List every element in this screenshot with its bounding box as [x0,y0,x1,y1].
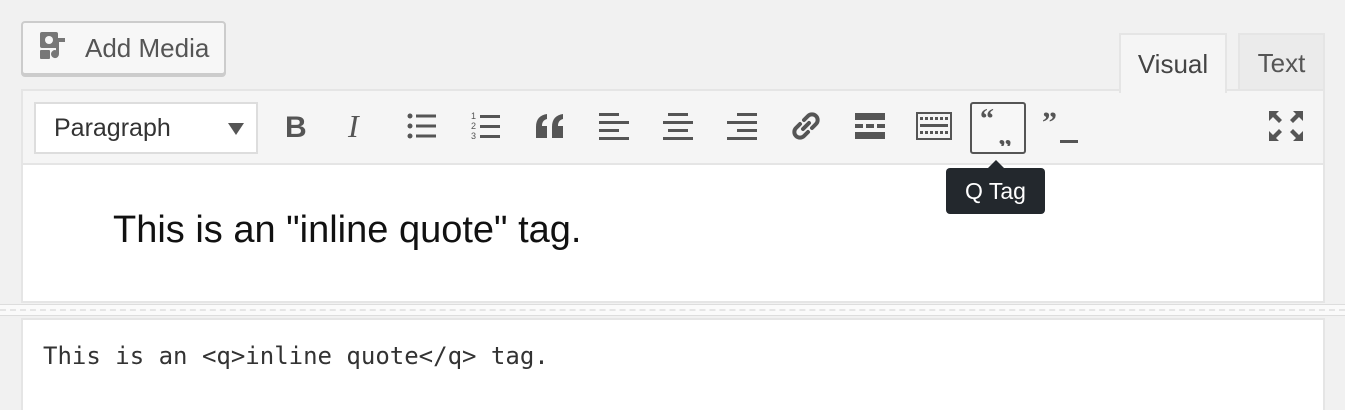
blockquote-button[interactable] [523,102,577,154]
read-more-icon [855,112,885,145]
align-right-button[interactable] [715,102,769,154]
tab-visual-label: Visual [1137,48,1209,79]
fullscreen-button[interactable] [1259,102,1313,154]
tab-visual[interactable]: Visual [1119,33,1227,93]
svg-text:B: B [285,111,307,143]
bulleted-list-button[interactable] [395,102,449,154]
read-more-button[interactable] [843,102,897,154]
italic-button[interactable]: I [330,102,384,154]
numbered-list-icon: 1 2 3 [471,111,501,146]
numbered-list-digit: 2 [471,121,476,131]
italic-icon: I [342,108,372,148]
format-select-value: Paragraph [54,113,171,142]
bulleted-list-icon [407,112,437,145]
editor-resize-divider[interactable] [0,304,1345,316]
fullscreen-icon [1269,110,1303,146]
svg-text:“: “ [980,106,994,135]
cite-icon: ” [1042,106,1082,151]
add-media-label: Add Media [85,32,210,63]
visual-editor: Paragraph B I 1 2 3 “ „ ” This is an "in… [21,89,1325,303]
svg-text:I: I [347,109,360,143]
cite-button[interactable]: ” [1035,102,1089,154]
media-icon [37,28,71,69]
align-left-icon [599,112,629,145]
chevron-down-icon [228,123,244,135]
svg-text:”: ” [1042,106,1057,139]
numbered-list-digit: 3 [471,131,476,141]
format-select[interactable]: Paragraph [34,102,258,154]
align-left-button[interactable] [587,102,641,154]
toolbar-toggle-button[interactable] [907,102,961,154]
insert-link-button[interactable] [779,102,833,154]
align-center-button[interactable] [651,102,705,154]
editor-content-paragraph[interactable]: This is an "inline quote" tag. [113,209,581,252]
tab-text-label: Text [1257,47,1306,78]
keyboard-icon [916,111,952,145]
svg-text:„: „ [998,120,1012,146]
code-preview-text: This is an <q>inline quote</q> tag. [43,342,549,370]
numbered-list-digit: 1 [471,111,476,121]
q-tag-icon: “ „ [978,104,1018,151]
numbered-list-button[interactable]: 1 2 3 [459,102,513,154]
bold-button[interactable]: B [268,102,322,154]
tab-text[interactable]: Text [1238,33,1325,91]
q-tag-tooltip: Q Tag [946,160,1045,214]
link-icon [789,109,823,148]
editor-toolbar: Paragraph B I 1 2 3 “ „ ” [23,91,1323,165]
align-right-icon [727,112,757,145]
bold-icon: B [280,109,310,148]
add-media-button[interactable]: Add Media [21,21,226,75]
blockquote-icon [534,112,566,145]
align-center-icon [663,112,693,145]
code-preview-pane: This is an <q>inline quote</q> tag. [21,318,1325,410]
q-tag-button[interactable]: “ „ [970,102,1026,154]
